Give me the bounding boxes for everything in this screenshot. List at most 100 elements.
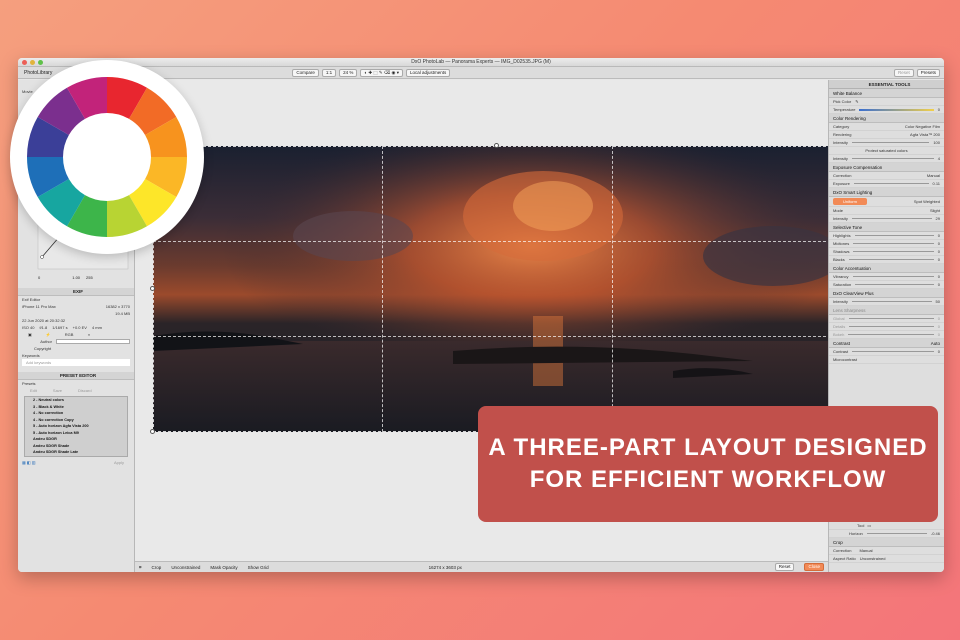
protect-saturated-button[interactable]: Protect saturated colors bbox=[865, 148, 907, 153]
zoom-percent-select[interactable]: 24 % bbox=[339, 68, 358, 77]
crop-icon[interactable]: ⌗ bbox=[139, 565, 142, 570]
crop-handle[interactable] bbox=[494, 143, 499, 148]
category-select[interactable]: Color Negative Film bbox=[905, 124, 940, 129]
horizon-tool-icon[interactable]: ▭ bbox=[867, 523, 871, 528]
lens-sharpness-section[interactable]: Lens Sharpness bbox=[829, 306, 944, 315]
midtones-value[interactable]: 0 bbox=[938, 241, 940, 246]
lighting-intensity-value[interactable]: 29 bbox=[936, 216, 940, 221]
color-wheel-logo bbox=[10, 60, 204, 254]
keywords-label[interactable]: Keywords bbox=[18, 352, 134, 359]
author-input[interactable] bbox=[56, 339, 130, 344]
crop-close-button[interactable]: Close bbox=[804, 563, 824, 571]
zoom-ratio-button[interactable]: 1:1 bbox=[321, 68, 337, 77]
color-rendering-section[interactable]: Color Rendering bbox=[829, 114, 944, 123]
clearview-value[interactable]: 50 bbox=[936, 299, 940, 304]
saturation-slider[interactable] bbox=[855, 284, 934, 285]
mask-opacity-select[interactable]: Mask Opacity bbox=[210, 565, 237, 570]
color-accentuation-section[interactable]: Color Accentuation bbox=[829, 264, 944, 273]
essential-tools-header[interactable]: ESSENTIAL TOOLS bbox=[829, 80, 944, 89]
show-grid-toggle[interactable]: Show Grid bbox=[248, 565, 269, 570]
bokeh-value[interactable]: 0 bbox=[938, 332, 940, 337]
blacks-slider[interactable] bbox=[848, 259, 934, 260]
crop-grid-line bbox=[612, 146, 613, 432]
uniform-mode-button[interactable]: Uniform bbox=[833, 198, 868, 205]
exposure-value[interactable]: 0.11 bbox=[933, 181, 941, 186]
crop-handle[interactable] bbox=[150, 429, 155, 434]
rendering-select[interactable]: Agfa Vista™ 200 bbox=[910, 132, 940, 137]
vibrancy-value[interactable]: 0 bbox=[938, 274, 940, 279]
correction-select[interactable]: Manual bbox=[927, 173, 940, 178]
banner-line-1: A THREE-PART LAYOUT DESIGNED bbox=[488, 434, 928, 461]
exif-section-header[interactable]: EXIF bbox=[18, 288, 134, 296]
saturation-value[interactable]: 0 bbox=[938, 282, 940, 287]
blacks-value[interactable]: 0 bbox=[938, 257, 940, 262]
aspect-ratio-select[interactable]: Unconstrained bbox=[860, 556, 886, 561]
crop-section[interactable]: Crop bbox=[833, 540, 843, 545]
compare-button[interactable]: Compare bbox=[292, 68, 319, 77]
discard-preset-button[interactable]: Discard bbox=[78, 387, 92, 394]
details-slider[interactable] bbox=[849, 326, 934, 327]
edit-preset-button[interactable]: Edit bbox=[30, 387, 37, 394]
presets-button[interactable]: Presets bbox=[916, 68, 940, 77]
protect-intensity-slider[interactable] bbox=[851, 158, 934, 159]
exif-editor-label[interactable]: Exif Editor bbox=[18, 296, 134, 303]
reset-button[interactable]: Reset bbox=[893, 68, 914, 77]
apply-preset-button[interactable]: Apply bbox=[114, 459, 124, 466]
details-value[interactable]: 0 bbox=[938, 324, 940, 329]
temperature-value[interactable]: 0 bbox=[938, 107, 940, 112]
contrast-slider[interactable] bbox=[852, 351, 934, 352]
contrast-value[interactable]: 0 bbox=[938, 349, 940, 354]
intensity-slider[interactable] bbox=[851, 142, 930, 143]
preset-item[interactable]: Andeu SDGR Shade Late bbox=[25, 449, 127, 456]
preset-tools-icon[interactable]: ▦ ◧ ▥ bbox=[22, 459, 36, 466]
highlights-value[interactable]: 0 bbox=[938, 233, 940, 238]
constraint-select[interactable]: Unconstrained bbox=[171, 565, 200, 570]
clearview-slider[interactable] bbox=[851, 301, 932, 302]
crop-handle[interactable] bbox=[150, 286, 155, 291]
highlights-slider[interactable] bbox=[854, 235, 934, 236]
mode-select[interactable]: Slight bbox=[930, 208, 940, 213]
temperature-slider[interactable] bbox=[859, 108, 934, 111]
crop-reset-button[interactable]: Reset bbox=[774, 563, 795, 571]
local-adjustments-button[interactable]: Local adjustments bbox=[405, 68, 451, 77]
levels-gamma-value[interactable]: 1.00 bbox=[72, 275, 80, 280]
window-title: DxO PhotoLab — Panorama Experts — IMG_D0… bbox=[411, 59, 551, 65]
contrast-section[interactable]: Contrast Auto bbox=[829, 339, 944, 348]
exposure-section[interactable]: Exposure Compensation bbox=[829, 163, 944, 172]
rp-label: Correction bbox=[833, 548, 852, 553]
author-label: Author bbox=[40, 339, 52, 344]
lighting-intensity-slider[interactable] bbox=[851, 218, 932, 219]
white-balance-section[interactable]: White Balance bbox=[829, 89, 944, 98]
shadows-value[interactable]: 0 bbox=[938, 249, 940, 254]
intensity-value[interactable]: 100 bbox=[933, 140, 940, 145]
crop-correction-select[interactable]: Manual bbox=[859, 548, 872, 553]
crop-grid-line bbox=[153, 241, 841, 242]
rp-label: Tool bbox=[857, 523, 865, 528]
global-slider[interactable] bbox=[848, 318, 934, 319]
levels-black-value[interactable]: 0 bbox=[38, 275, 40, 280]
selective-tone-section[interactable]: Selective Tone bbox=[829, 223, 944, 232]
levels-white-value[interactable]: 255 bbox=[86, 275, 93, 280]
vibrancy-slider[interactable] bbox=[852, 276, 934, 277]
output-dimensions: 16274 x 3603 px bbox=[428, 564, 462, 570]
global-value[interactable]: 0 bbox=[938, 316, 940, 321]
keywords-input[interactable]: Add keywords bbox=[22, 359, 130, 366]
exposure-slider[interactable] bbox=[853, 183, 929, 184]
protect-intensity-value[interactable]: 4 bbox=[938, 156, 940, 161]
clearview-section[interactable]: DxO ClearView Plus bbox=[829, 289, 944, 298]
horizon-value[interactable]: -0.46 bbox=[931, 531, 940, 536]
midtones-slider[interactable] bbox=[853, 243, 934, 244]
shadows-slider[interactable] bbox=[853, 251, 934, 252]
tools-group[interactable]: ◐ ✚ ⬚ ✎ ⌫ ◉ ▾ bbox=[360, 68, 403, 77]
preset-editor-header[interactable]: PRESET EDITOR bbox=[18, 372, 134, 380]
rp-label: Category bbox=[833, 124, 850, 129]
panorama-photo[interactable] bbox=[153, 146, 841, 432]
bokeh-slider[interactable] bbox=[848, 334, 934, 335]
save-preset-button[interactable]: Save bbox=[53, 387, 62, 394]
horizon-slider[interactable] bbox=[866, 533, 927, 534]
smart-lighting-section[interactable]: DxO Smart Lighting bbox=[829, 188, 944, 197]
contrast-auto-button[interactable]: Auto bbox=[931, 341, 940, 346]
spot-weighted-button[interactable]: Spot Weighted bbox=[914, 199, 940, 204]
rp-label: Exposure bbox=[833, 181, 850, 186]
eyedropper-icon[interactable]: ✎ bbox=[855, 99, 858, 104]
